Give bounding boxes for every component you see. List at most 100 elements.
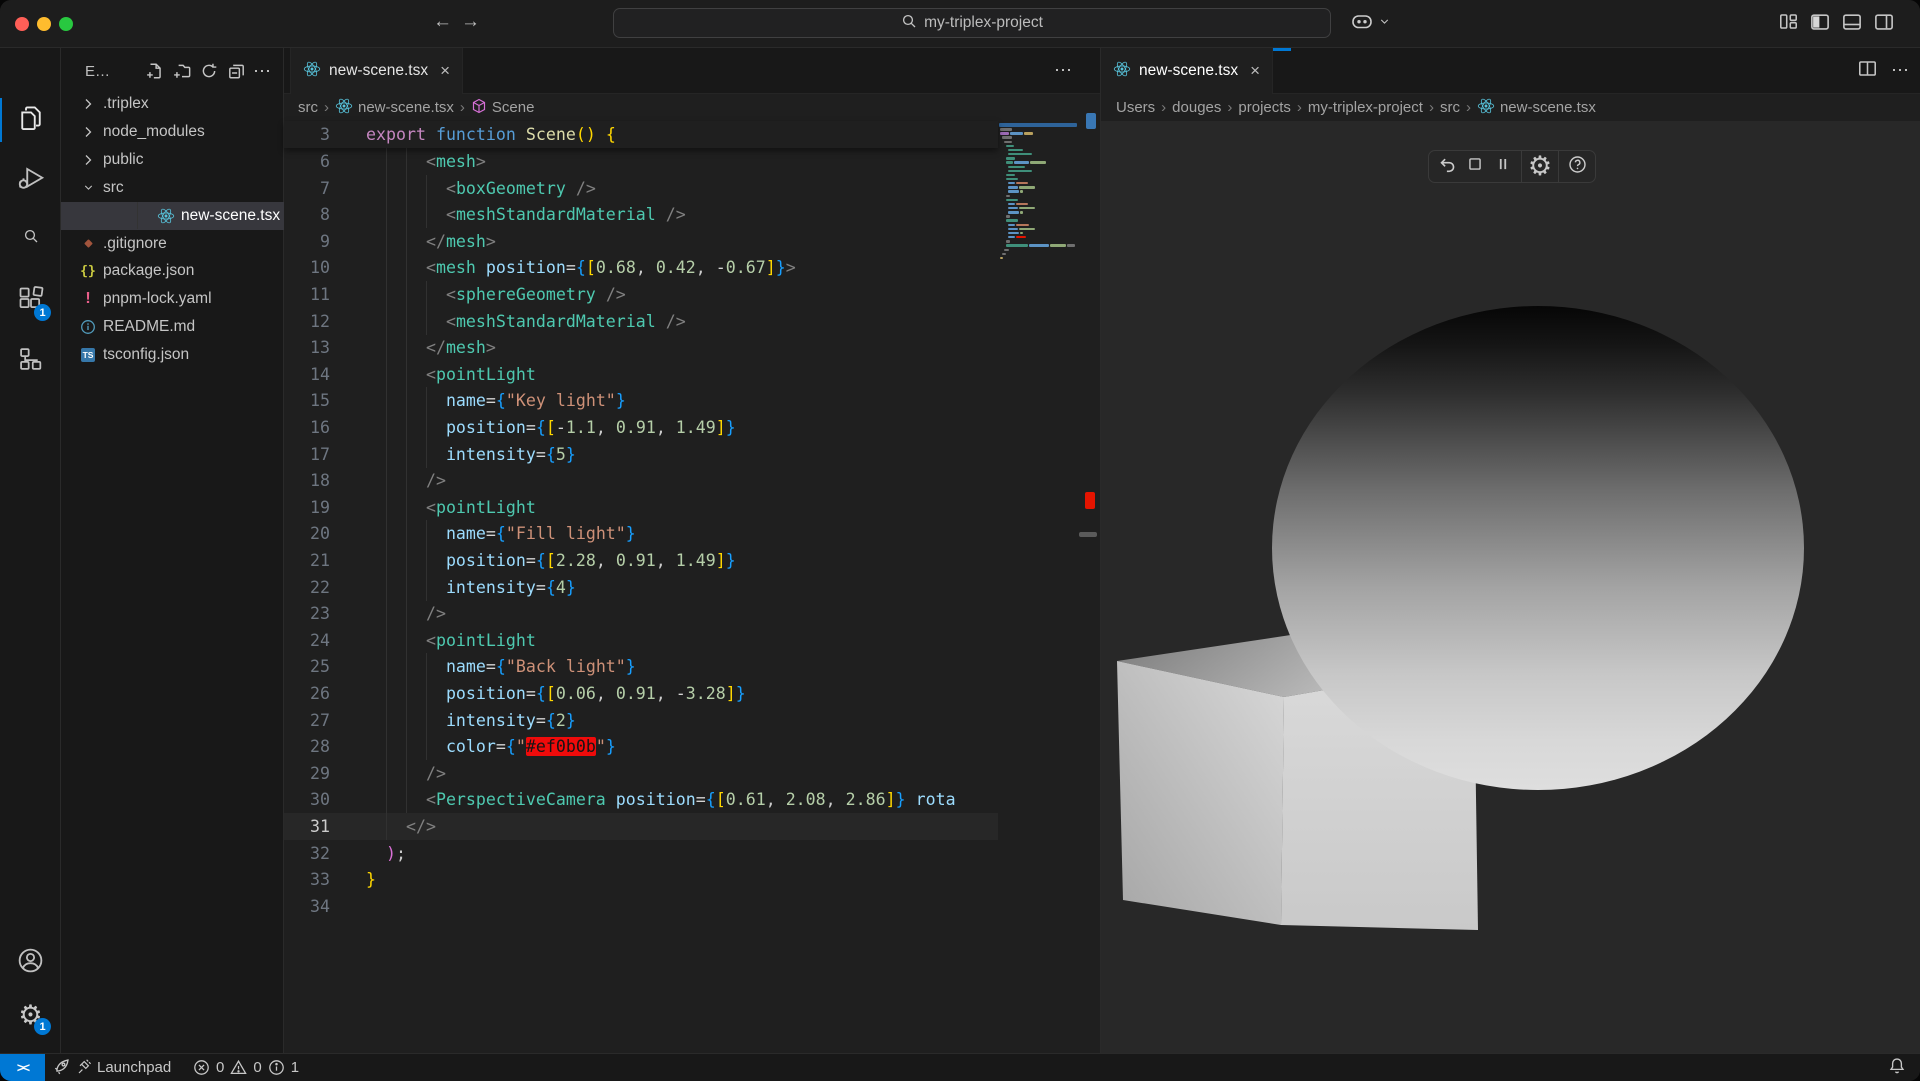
file-row-tsconfig.json[interactable]: TStsconfig.json [61, 341, 302, 369]
code-line-34[interactable]: 34 [284, 893, 998, 920]
minimap[interactable] [998, 121, 1080, 521]
collapse-all-icon[interactable] [222, 58, 249, 84]
code-line-8[interactable]: 8 <meshStandardMaterial /> [284, 201, 998, 228]
problems-status-item[interactable]: 001 [193, 1054, 299, 1081]
file-row-node_modules[interactable]: node_modules [61, 118, 302, 146]
code-line-33[interactable]: 33} [284, 866, 998, 893]
zoom-window-button[interactable] [59, 17, 73, 31]
3d-viewport[interactable]: ⚙ [1101, 121, 1920, 1053]
toggle-primary-sidebar-button[interactable] [1806, 11, 1834, 37]
activity-item-search[interactable] [0, 212, 61, 264]
activity-item-accounts[interactable] [0, 937, 61, 989]
file-row-.gitignore[interactable]: .gitignore [61, 230, 302, 258]
code-line-11[interactable]: 11 <sphereGeometry /> [284, 281, 998, 308]
code-line-21[interactable]: 21 position={[2.28, 0.91, 1.49]} [284, 547, 998, 574]
tab-new-scene[interactable]: new-scene.tsx × [290, 48, 463, 94]
code-line-12[interactable]: 12 <meshStandardMaterial /> [284, 308, 998, 335]
new-file-icon[interactable] [141, 58, 168, 84]
undo-button[interactable] [1433, 153, 1461, 181]
remote-indicator[interactable]: >< [0, 1054, 45, 1081]
activity-item-explorer[interactable] [0, 94, 61, 146]
copilot-button[interactable] [1348, 11, 1376, 37]
launchpad-status-item[interactable]: Launchpad [53, 1054, 171, 1081]
stop-button[interactable] [1461, 153, 1489, 181]
close-window-button[interactable] [15, 17, 29, 31]
file-label: README.md [103, 318, 195, 336]
breadcrumb-item[interactable]: my-triplex-project [1308, 99, 1423, 116]
customize-layout-button[interactable] [1774, 11, 1802, 37]
close-tab-icon[interactable]: × [440, 61, 450, 81]
split-editor-button[interactable] [1853, 58, 1881, 84]
code-line-25[interactable]: 25 name={"Back light"} [284, 653, 998, 680]
breadcrumb-item[interactable]: douges [1172, 99, 1221, 116]
file-row-public[interactable]: public [61, 146, 302, 174]
file-row-.triplex[interactable]: .triplex [61, 90, 302, 118]
toggle-panel-button[interactable] [1838, 11, 1866, 37]
sticky-scroll-line[interactable]: 3export function Scene() { [284, 121, 998, 148]
settings-button[interactable]: ⚙ [1526, 153, 1554, 181]
breadcrumb-item[interactable]: Users [1116, 99, 1155, 116]
file-row-pnpm-lock.yaml[interactable]: !pnpm-lock.yaml [61, 285, 302, 313]
breadcrumb-separator: › [1227, 99, 1232, 116]
breadcrumb-item[interactable]: src [298, 99, 318, 116]
ellipsis-icon[interactable]: ⋯ [249, 58, 276, 84]
breadcrumb-item[interactable]: projects [1238, 99, 1291, 116]
line-number: 8 [284, 201, 330, 228]
preview-tab-new-scene[interactable]: new-scene.tsx × [1101, 48, 1273, 94]
editor-more-actions[interactable]: ⋯ [1054, 60, 1073, 81]
preview-more-actions[interactable]: ⋯ [1891, 60, 1910, 81]
notifications-bell[interactable] [1888, 1054, 1906, 1081]
help-button[interactable] [1563, 153, 1591, 181]
code-line-24[interactable]: 24 <pointLight [284, 627, 998, 654]
code-line-29[interactable]: 29 /> [284, 760, 998, 787]
code-line-27[interactable]: 27 intensity={2} [284, 707, 998, 734]
code-line-13[interactable]: 13 </mesh> [284, 334, 998, 361]
code-text: intensity={2} [366, 707, 576, 734]
code-line-28[interactable]: 28 color={"#ef0b0b"} [284, 733, 998, 760]
code-line-6[interactable]: 6 <mesh> [284, 148, 998, 175]
tab-label: new-scene.tsx [329, 62, 428, 80]
code-line-15[interactable]: 15 name={"Key light"} [284, 387, 998, 414]
line-number: 10 [284, 254, 330, 281]
code-line-32[interactable]: 32 ); [284, 840, 998, 867]
toggle-secondary-sidebar-button[interactable] [1870, 11, 1898, 37]
code-line-3[interactable]: 3export function Scene() { [284, 121, 998, 148]
code-line-26[interactable]: 26 position={[0.06, 0.91, -3.28]} [284, 680, 998, 707]
code-line-31[interactable]: 31 </> [284, 813, 998, 840]
activity-item-settings[interactable]: ⚙1 [0, 989, 61, 1041]
code-line-19[interactable]: 19 <pointLight [284, 494, 998, 521]
code-line-7[interactable]: 7 <boxGeometry /> [284, 175, 998, 202]
close-tab-icon[interactable]: × [1250, 61, 1260, 81]
activity-item-hierarchy[interactable] [0, 335, 61, 387]
command-center-search[interactable]: my-triplex-project [613, 8, 1331, 38]
code-line-9[interactable]: 9 </mesh> [284, 228, 998, 255]
breadcrumb-item[interactable]: new-scene.tsx [1477, 97, 1596, 119]
breadcrumb-item[interactable]: Scene [471, 98, 535, 118]
code-line-10[interactable]: 10 <mesh position={[0.68, 0.42, -0.67]}> [284, 254, 998, 281]
code-line-16[interactable]: 16 position={[-1.1, 0.91, 1.49]} [284, 414, 998, 441]
file-row-README.md[interactable]: README.md [61, 313, 302, 341]
pause-button[interactable] [1489, 153, 1517, 181]
code-line-14[interactable]: 14 <pointLight [284, 361, 998, 388]
code-line-30[interactable]: 30 <PerspectiveCamera position={[0.61, 2… [284, 786, 998, 813]
breadcrumb-item[interactable]: new-scene.tsx [335, 97, 454, 119]
breadcrumb-separator: › [324, 99, 329, 116]
minimize-window-button[interactable] [37, 17, 51, 31]
activity-item-extensions[interactable]: 1 [0, 275, 61, 327]
code-line-18[interactable]: 18 /> [284, 467, 998, 494]
activity-item-run-debug[interactable] [0, 155, 61, 207]
file-row-package.json[interactable]: {}package.json [61, 257, 302, 285]
breadcrumb-item[interactable]: src [1440, 99, 1460, 116]
code-line-20[interactable]: 20 name={"Fill light"} [284, 520, 998, 547]
file-row-src[interactable]: src [61, 174, 302, 202]
code-line-23[interactable]: 23 /> [284, 600, 998, 627]
navigate-back-button[interactable]: ← [433, 11, 452, 33]
overview-error-marker [1085, 492, 1095, 509]
copilot-dropdown[interactable] [1376, 11, 1392, 37]
navigate-forward-button[interactable]: → [461, 11, 480, 33]
overview-ruler-handle[interactable] [1079, 532, 1097, 537]
refresh-icon[interactable] [195, 58, 222, 84]
code-line-22[interactable]: 22 intensity={4} [284, 574, 998, 601]
new-folder-icon[interactable] [168, 58, 195, 84]
code-line-17[interactable]: 17 intensity={5} [284, 441, 998, 468]
